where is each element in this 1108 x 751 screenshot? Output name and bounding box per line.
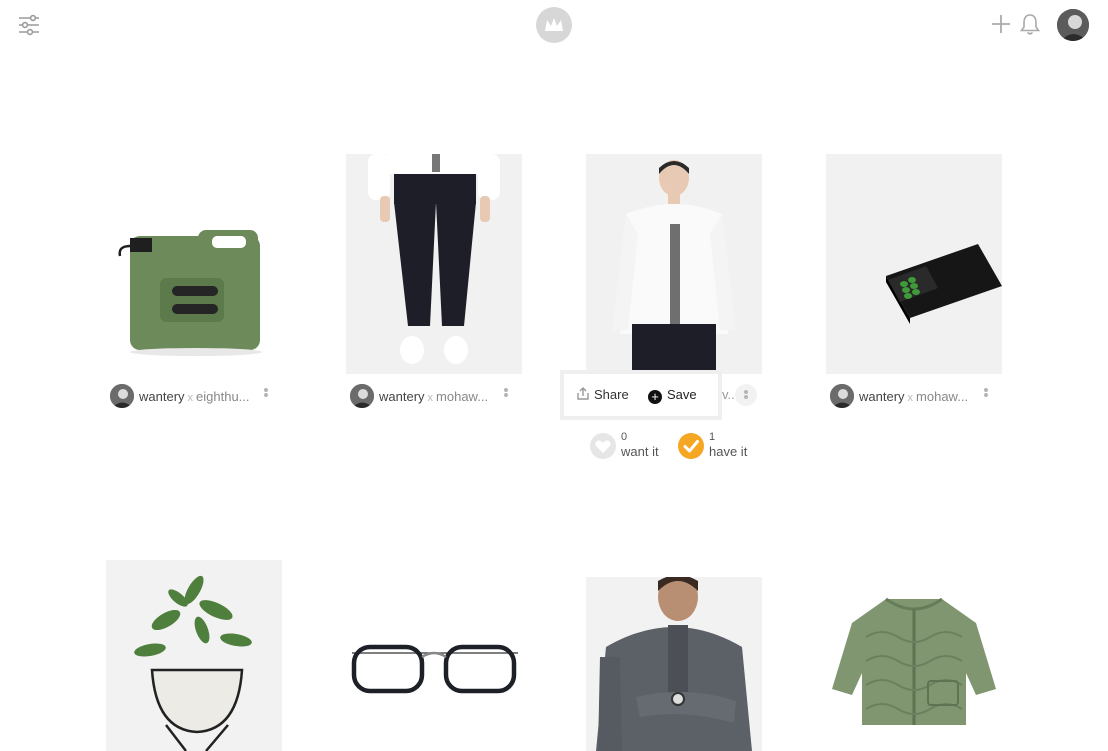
sliders-icon[interactable] xyxy=(17,13,41,37)
collection-name[interactable]: mohaw... xyxy=(436,389,488,404)
more-options-icon[interactable] xyxy=(735,384,757,406)
curator-avatar[interactable] xyxy=(830,384,854,408)
card-meta: wantery x eighthu... xyxy=(106,384,282,408)
collection-name[interactable]: eighthu... xyxy=(196,389,250,404)
curator-name[interactable]: wantery xyxy=(859,389,905,404)
separator: x xyxy=(427,392,434,404)
curator-name[interactable]: wantery xyxy=(379,389,425,404)
card-meta: wantery x mohaw... xyxy=(826,384,1002,408)
checkmark-icon xyxy=(678,433,704,459)
product-image[interactable] xyxy=(346,577,522,751)
curator-line[interactable]: wantery x mohaw... xyxy=(859,389,968,404)
curator-line[interactable]: wantery x mohaw... xyxy=(379,389,488,404)
curator-name[interactable]: wantery xyxy=(139,389,185,404)
product-image[interactable] xyxy=(586,577,762,751)
have-label: have it xyxy=(709,444,748,459)
share-icon xyxy=(577,387,589,400)
more-options-icon[interactable] xyxy=(983,388,989,402)
share-button[interactable]: Share xyxy=(576,387,629,402)
product-image[interactable] xyxy=(826,154,1002,374)
plus-circle-icon: + xyxy=(648,390,662,404)
card-meta: wantery x mohaw... xyxy=(346,384,522,408)
product-image[interactable] xyxy=(826,577,1002,751)
more-options-icon[interactable] xyxy=(263,388,269,402)
product-image[interactable] xyxy=(346,154,522,374)
separator: x xyxy=(187,392,194,404)
curator-avatar[interactable] xyxy=(110,384,134,408)
heart-icon xyxy=(590,433,616,459)
plus-icon[interactable] xyxy=(990,13,1012,35)
curator-avatar[interactable] xyxy=(350,384,374,408)
save-button[interactable]: + Save xyxy=(648,387,697,404)
share-label: Share xyxy=(594,387,629,402)
want-label: want it xyxy=(621,444,659,459)
crown-logo-icon[interactable] xyxy=(536,7,572,43)
more-options-icon[interactable] xyxy=(503,388,509,402)
have-count: 1 xyxy=(709,431,716,443)
collection-name[interactable]: mohaw... xyxy=(916,389,968,404)
want-count: 0 xyxy=(621,431,628,443)
curator-line[interactable]: wantery x eighthu... xyxy=(139,389,250,404)
save-label: Save xyxy=(667,387,697,402)
bell-icon[interactable] xyxy=(1019,12,1041,36)
product-image[interactable] xyxy=(586,154,762,374)
product-image[interactable] xyxy=(106,154,282,374)
user-avatar[interactable] xyxy=(1057,9,1089,41)
separator: x xyxy=(907,392,914,404)
product-image[interactable] xyxy=(106,560,282,751)
top-bar xyxy=(0,0,1108,50)
hover-action-bar: Share + Save xyxy=(560,370,722,420)
